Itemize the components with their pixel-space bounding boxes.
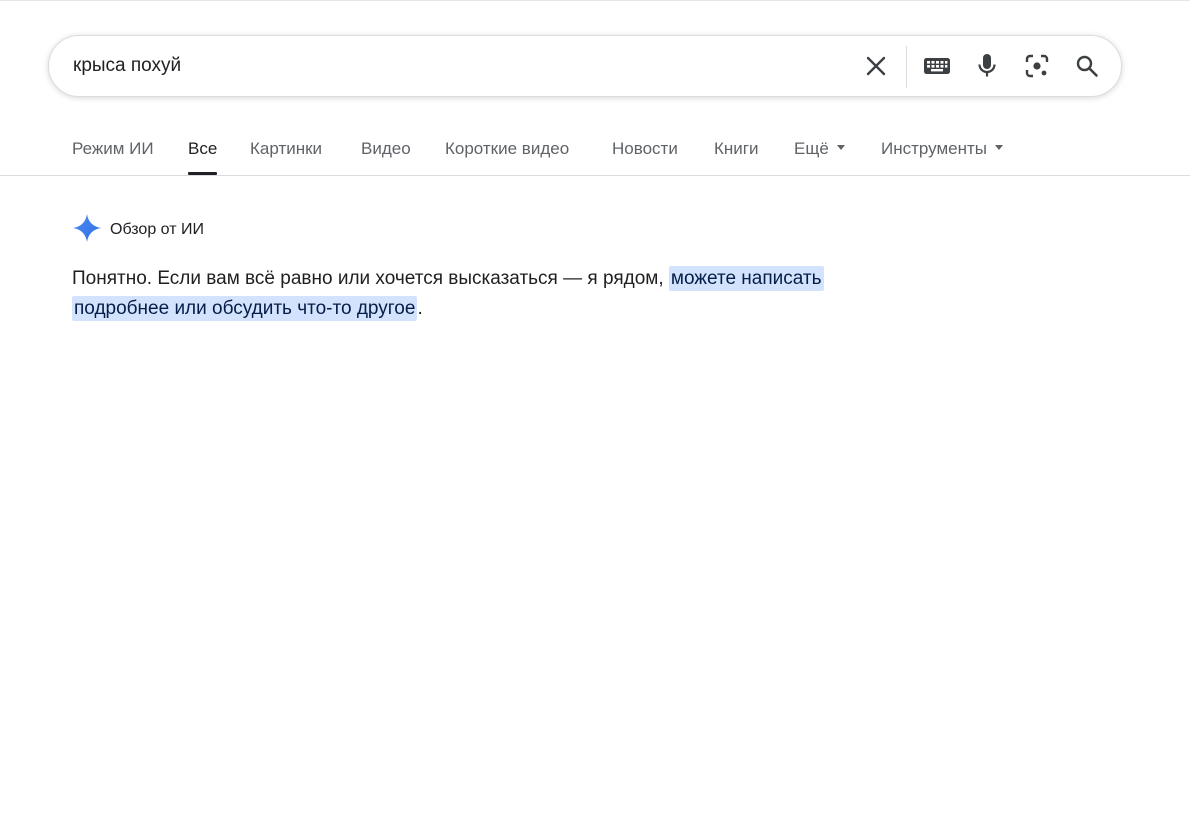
search-results-page: Режим ИИ Все Картинки Видео Короткие вид… [0, 0, 1190, 836]
tab-label: Книги [714, 139, 759, 158]
tab-news[interactable]: Новости [612, 139, 678, 175]
tab-label: Режим ИИ [72, 139, 154, 158]
search-box-divider [906, 46, 907, 88]
tab-books[interactable]: Книги [714, 139, 758, 175]
tab-tools[interactable]: Инструменты [881, 139, 1004, 175]
ai-overview-title: Обзор от ИИ [110, 221, 204, 238]
search-tabs: Режим ИИ Все Картинки Видео Короткие вид… [0, 127, 1190, 176]
ai-text-highlight[interactable]: подробнее или обсудить что-то другое [72, 296, 418, 321]
close-icon[interactable] [861, 51, 891, 81]
ai-overview-header: Обзор от ИИ [72, 213, 204, 248]
tab-label: Короткие видео [445, 139, 570, 158]
search-icon[interactable] [1072, 51, 1102, 81]
tab-all[interactable]: Все [188, 139, 218, 175]
ai-text-plain: Понятно. Если вам всё равно или хочется … [72, 268, 669, 289]
keyboard-icon[interactable] [922, 51, 952, 81]
tab-videos[interactable]: Видео [361, 139, 411, 175]
caret-down-icon [836, 145, 845, 151]
tab-label: Инструменты [881, 139, 988, 158]
tab-label: Ещё [794, 139, 829, 158]
tab-label: Все [188, 139, 218, 158]
ai-text-highlight[interactable]: можете написать [668, 266, 824, 291]
ai-text-end: . [417, 298, 423, 319]
microphone-icon[interactable] [972, 51, 1002, 81]
tab-more[interactable]: Ещё [794, 139, 845, 175]
tab-short-videos[interactable]: Короткие видео [445, 139, 569, 175]
tab-ai-mode[interactable]: Режим ИИ [72, 139, 154, 175]
search-box [48, 35, 1122, 97]
camera-lens-icon[interactable] [1022, 51, 1052, 81]
tab-label: Видео [361, 139, 411, 158]
tab-label: Новости [612, 139, 678, 158]
caret-down-icon [995, 145, 1004, 151]
tab-images[interactable]: Картинки [250, 139, 322, 175]
tab-label: Картинки [250, 139, 323, 158]
search-input[interactable] [73, 50, 833, 82]
ai-overview-text: Понятно. Если вам всё равно или хочется … [72, 264, 892, 324]
sparkle-icon [72, 213, 102, 248]
